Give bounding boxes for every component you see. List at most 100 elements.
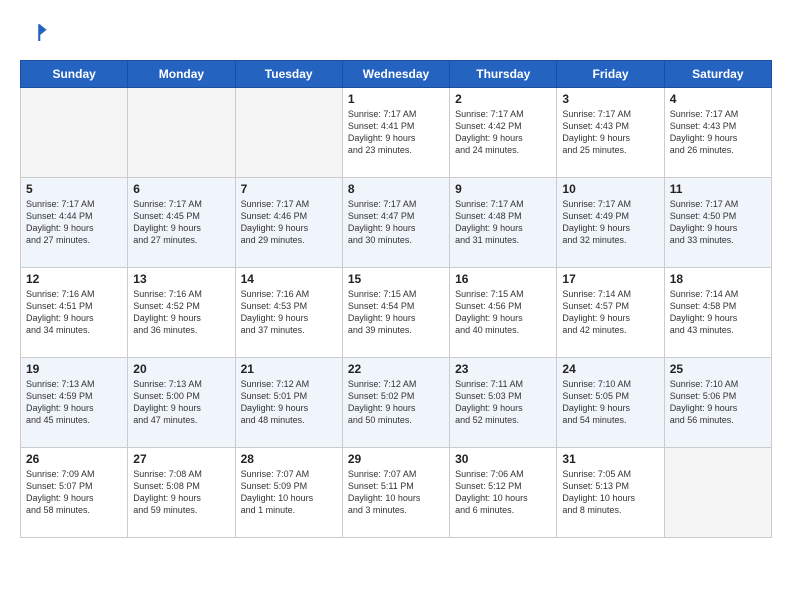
day-number: 3 <box>562 92 658 106</box>
day-info: Sunrise: 7:10 AM Sunset: 5:06 PM Dayligh… <box>670 378 766 427</box>
calendar-day-cell: 1 Sunrise: 7:17 AM Sunset: 4:41 PM Daylig… <box>342 88 449 178</box>
day-of-week-header: Tuesday <box>235 61 342 88</box>
calendar-day-cell: 4 Sunrise: 7:17 AM Sunset: 4:43 PM Daylig… <box>664 88 771 178</box>
day-info: Sunrise: 7:17 AM Sunset: 4:44 PM Dayligh… <box>26 198 122 247</box>
day-info: Sunrise: 7:17 AM Sunset: 4:41 PM Dayligh… <box>348 108 444 157</box>
calendar: SundayMondayTuesdayWednesdayThursdayFrid… <box>20 60 772 538</box>
day-info: Sunrise: 7:11 AM Sunset: 5:03 PM Dayligh… <box>455 378 551 427</box>
day-info: Sunrise: 7:17 AM Sunset: 4:47 PM Dayligh… <box>348 198 444 247</box>
calendar-header: SundayMondayTuesdayWednesdayThursdayFrid… <box>21 61 772 88</box>
day-info: Sunrise: 7:10 AM Sunset: 5:05 PM Dayligh… <box>562 378 658 427</box>
day-info: Sunrise: 7:17 AM Sunset: 4:50 PM Dayligh… <box>670 198 766 247</box>
day-number: 11 <box>670 182 766 196</box>
calendar-day-cell: 11 Sunrise: 7:17 AM Sunset: 4:50 PM Dayli… <box>664 178 771 268</box>
day-number: 17 <box>562 272 658 286</box>
calendar-day-cell: 17 Sunrise: 7:14 AM Sunset: 4:57 PM Dayli… <box>557 268 664 358</box>
calendar-day-cell: 26 Sunrise: 7:09 AM Sunset: 5:07 PM Dayli… <box>21 448 128 538</box>
calendar-day-cell: 20Sunrise: 7:13 AM Sunset: 5:00 PM Dayli… <box>128 358 235 448</box>
logo-icon <box>20 20 48 48</box>
day-info: Sunrise: 7:12 AM Sunset: 5:01 PM Dayligh… <box>241 378 337 427</box>
calendar-day-cell: 9Sunrise: 7:17 AM Sunset: 4:48 PM Daylig… <box>450 178 557 268</box>
calendar-day-cell <box>128 88 235 178</box>
calendar-day-cell: 19 Sunrise: 7:13 AM Sunset: 4:59 PM Dayli… <box>21 358 128 448</box>
day-info: Sunrise: 7:14 AM Sunset: 4:57 PM Dayligh… <box>562 288 658 337</box>
day-number: 1 <box>348 92 444 106</box>
calendar-day-cell: 30 Sunrise: 7:06 AM Sunset: 5:12 PM Dayli… <box>450 448 557 538</box>
day-info: Sunrise: 7:17 AM Sunset: 4:43 PM Dayligh… <box>670 108 766 157</box>
day-number: 20 <box>133 362 229 376</box>
day-number: 29 <box>348 452 444 466</box>
day-number: 15 <box>348 272 444 286</box>
day-number: 21 <box>241 362 337 376</box>
day-of-week-header: Wednesday <box>342 61 449 88</box>
day-of-week-header: Saturday <box>664 61 771 88</box>
day-number: 13 <box>133 272 229 286</box>
calendar-day-cell: 24Sunrise: 7:10 AM Sunset: 5:05 PM Dayli… <box>557 358 664 448</box>
day-info: Sunrise: 7:17 AM Sunset: 4:46 PM Dayligh… <box>241 198 337 247</box>
day-of-week-header: Sunday <box>21 61 128 88</box>
day-info: Sunrise: 7:09 AM Sunset: 5:07 PM Dayligh… <box>26 468 122 517</box>
calendar-day-cell: 3 Sunrise: 7:17 AM Sunset: 4:43 PM Daylig… <box>557 88 664 178</box>
day-info: Sunrise: 7:06 AM Sunset: 5:12 PM Dayligh… <box>455 468 551 517</box>
calendar-day-cell: 6 Sunrise: 7:17 AM Sunset: 4:45 PM Daylig… <box>128 178 235 268</box>
day-info: Sunrise: 7:07 AM Sunset: 5:09 PM Dayligh… <box>241 468 337 517</box>
day-of-week-header: Thursday <box>450 61 557 88</box>
day-of-week-header: Monday <box>128 61 235 88</box>
day-info: Sunrise: 7:07 AM Sunset: 5:11 PM Dayligh… <box>348 468 444 517</box>
calendar-day-cell: 18 Sunrise: 7:14 AM Sunset: 4:58 PM Dayli… <box>664 268 771 358</box>
day-number: 31 <box>562 452 658 466</box>
day-number: 28 <box>241 452 337 466</box>
day-number: 18 <box>670 272 766 286</box>
day-info: Sunrise: 7:17 AM Sunset: 4:42 PM Dayligh… <box>455 108 551 157</box>
day-number: 7 <box>241 182 337 196</box>
calendar-day-cell: 22 Sunrise: 7:12 AM Sunset: 5:02 PM Dayli… <box>342 358 449 448</box>
calendar-day-cell <box>21 88 128 178</box>
day-number: 4 <box>670 92 766 106</box>
calendar-day-cell: 25 Sunrise: 7:10 AM Sunset: 5:06 PM Dayli… <box>664 358 771 448</box>
calendar-day-cell: 21 Sunrise: 7:12 AM Sunset: 5:01 PM Dayli… <box>235 358 342 448</box>
calendar-day-cell <box>664 448 771 538</box>
day-info: Sunrise: 7:16 AM Sunset: 4:51 PM Dayligh… <box>26 288 122 337</box>
day-info: Sunrise: 7:16 AM Sunset: 4:52 PM Dayligh… <box>133 288 229 337</box>
calendar-day-cell: 28 Sunrise: 7:07 AM Sunset: 5:09 PM Dayli… <box>235 448 342 538</box>
calendar-day-cell: 15 Sunrise: 7:15 AM Sunset: 4:54 PM Dayli… <box>342 268 449 358</box>
day-info: Sunrise: 7:15 AM Sunset: 4:54 PM Dayligh… <box>348 288 444 337</box>
calendar-week-row: 12 Sunrise: 7:16 AM Sunset: 4:51 PM Dayli… <box>21 268 772 358</box>
calendar-day-cell: 8 Sunrise: 7:17 AM Sunset: 4:47 PM Daylig… <box>342 178 449 268</box>
day-number: 10 <box>562 182 658 196</box>
day-number: 9 <box>455 182 551 196</box>
day-number: 14 <box>241 272 337 286</box>
calendar-day-cell: 23 Sunrise: 7:11 AM Sunset: 5:03 PM Dayli… <box>450 358 557 448</box>
day-number: 16 <box>455 272 551 286</box>
day-info: Sunrise: 7:12 AM Sunset: 5:02 PM Dayligh… <box>348 378 444 427</box>
day-number: 26 <box>26 452 122 466</box>
day-info: Sunrise: 7:14 AM Sunset: 4:58 PM Dayligh… <box>670 288 766 337</box>
day-number: 2 <box>455 92 551 106</box>
calendar-day-cell: 31Sunrise: 7:05 AM Sunset: 5:13 PM Dayli… <box>557 448 664 538</box>
calendar-day-cell: 14Sunrise: 7:16 AM Sunset: 4:53 PM Dayli… <box>235 268 342 358</box>
day-number: 6 <box>133 182 229 196</box>
day-number: 12 <box>26 272 122 286</box>
calendar-week-row: 26 Sunrise: 7:09 AM Sunset: 5:07 PM Dayli… <box>21 448 772 538</box>
day-number: 8 <box>348 182 444 196</box>
day-info: Sunrise: 7:17 AM Sunset: 4:43 PM Dayligh… <box>562 108 658 157</box>
page: SundayMondayTuesdayWednesdayThursdayFrid… <box>0 0 792 548</box>
day-info: Sunrise: 7:13 AM Sunset: 4:59 PM Dayligh… <box>26 378 122 427</box>
calendar-day-cell: 2 Sunrise: 7:17 AM Sunset: 4:42 PM Daylig… <box>450 88 557 178</box>
calendar-day-cell: 16Sunrise: 7:15 AM Sunset: 4:56 PM Dayli… <box>450 268 557 358</box>
day-number: 23 <box>455 362 551 376</box>
calendar-day-cell: 12 Sunrise: 7:16 AM Sunset: 4:51 PM Dayli… <box>21 268 128 358</box>
calendar-day-cell: 27Sunrise: 7:08 AM Sunset: 5:08 PM Dayli… <box>128 448 235 538</box>
day-number: 19 <box>26 362 122 376</box>
calendar-day-cell <box>235 88 342 178</box>
day-of-week-header: Friday <box>557 61 664 88</box>
day-number: 30 <box>455 452 551 466</box>
calendar-week-row: 1 Sunrise: 7:17 AM Sunset: 4:41 PM Daylig… <box>21 88 772 178</box>
day-info: Sunrise: 7:17 AM Sunset: 4:49 PM Dayligh… <box>562 198 658 247</box>
calendar-day-cell: 7 Sunrise: 7:17 AM Sunset: 4:46 PM Daylig… <box>235 178 342 268</box>
header <box>20 20 772 48</box>
day-info: Sunrise: 7:17 AM Sunset: 4:45 PM Dayligh… <box>133 198 229 247</box>
day-number: 22 <box>348 362 444 376</box>
day-number: 25 <box>670 362 766 376</box>
calendar-day-cell: 13 Sunrise: 7:16 AM Sunset: 4:52 PM Dayli… <box>128 268 235 358</box>
